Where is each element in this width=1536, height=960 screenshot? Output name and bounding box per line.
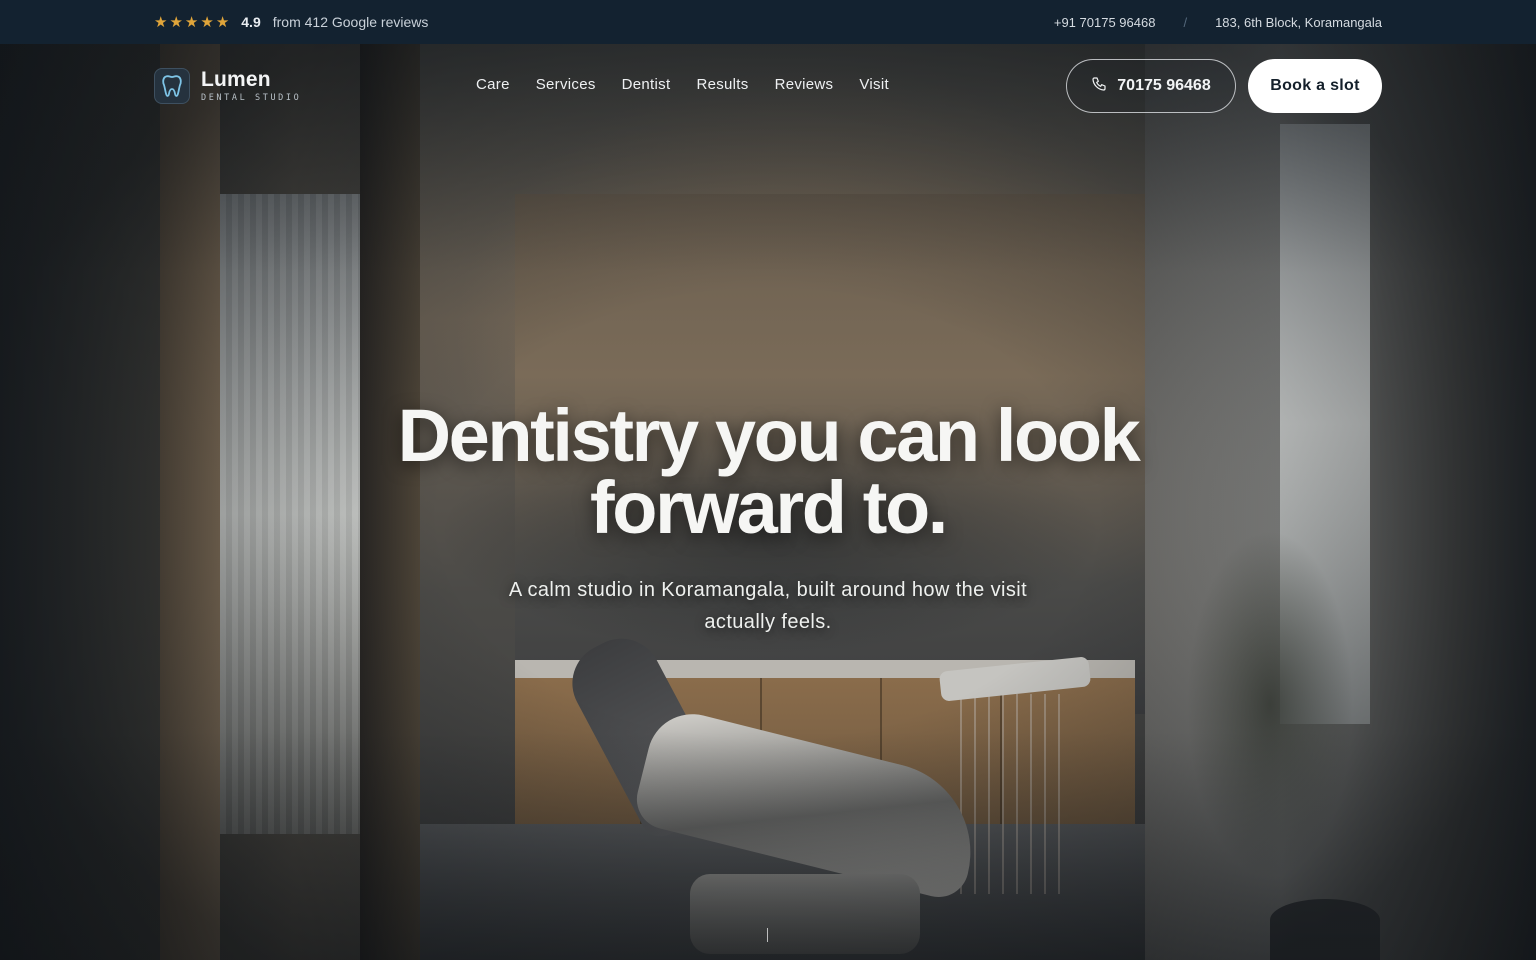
topbar-address: 183, 6th Block, Koramangala: [1215, 14, 1382, 30]
nav-link-dentist[interactable]: Dentist: [622, 76, 671, 93]
call-button-label: 70175 96468: [1117, 77, 1211, 94]
main-navigation: Lumen DENTAL STUDIO Care Services Dentis…: [0, 44, 1536, 130]
brand-tagline: DENTAL STUDIO: [201, 93, 302, 103]
star-icon: ★: [154, 13, 168, 31]
hero-subheadline: A calm studio in Koramangala, built arou…: [508, 579, 1028, 633]
star-icon: ★: [215, 13, 230, 31]
nav-link-care[interactable]: Care: [476, 76, 510, 93]
nav-link-results[interactable]: Results: [696, 76, 748, 93]
brand-name: Lumen: [201, 68, 271, 91]
rating-stars: ★ ★ ★ ★ ★: [154, 15, 229, 30]
topbar-phone-link[interactable]: +91 70175 96468: [1054, 15, 1156, 30]
nav-link-reviews[interactable]: Reviews: [775, 76, 834, 93]
brand-text: Lumen DENTAL STUDIO: [201, 68, 302, 104]
contact-separator: /: [1183, 14, 1188, 30]
rating-summary: ★ ★ ★ ★ ★ 4.9 from 412 Google reviews: [154, 14, 428, 30]
contact-info: +91 70175 96468 / 183, 6th Block, Korama…: [1054, 15, 1382, 30]
scroll-indicator: [767, 928, 768, 942]
nav-links: Care Services Dentist Results Reviews Vi…: [476, 76, 889, 93]
nav-link-services[interactable]: Services: [536, 76, 596, 93]
rating-value: 4.9: [241, 14, 261, 30]
rating-reviews-text: from 412 Google reviews: [272, 14, 429, 30]
top-info-bar: ★ ★ ★ ★ ★ 4.9 from 412 Google reviews +9…: [0, 0, 1536, 44]
book-slot-button[interactable]: Book a slot: [1248, 59, 1382, 113]
hero-headline: Dentistry you can look forward to.: [397, 394, 1141, 549]
phone-icon: [1091, 76, 1107, 97]
call-button[interactable]: 70175 96468: [1066, 59, 1236, 113]
nav-link-visit[interactable]: Visit: [859, 76, 889, 93]
star-icon: ★: [200, 13, 214, 31]
brand-logo[interactable]: Lumen DENTAL STUDIO: [154, 68, 301, 104]
tooth-icon: [154, 68, 190, 104]
star-icon: ★: [184, 13, 199, 31]
hero-copy: Dentistry you can look forward to. A cal…: [0, 394, 1536, 638]
star-icon: ★: [169, 13, 183, 31]
